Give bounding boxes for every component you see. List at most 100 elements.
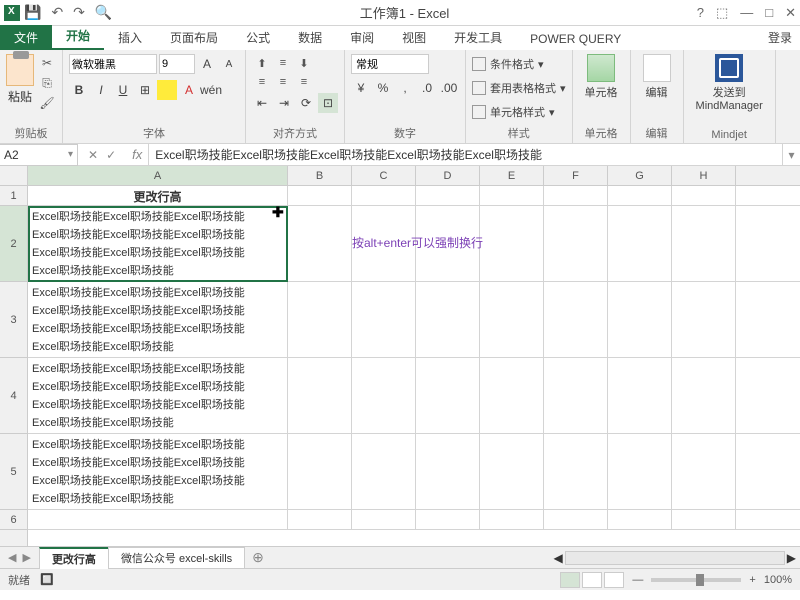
tab-home[interactable]: 开始 <box>52 23 104 50</box>
format-painter-icon[interactable]: 🖌 <box>38 94 56 112</box>
col-header-a[interactable]: A <box>28 166 288 185</box>
tab-layout[interactable]: 页面布局 <box>156 25 232 50</box>
increase-decimal-icon[interactable]: .0 <box>417 78 437 98</box>
underline-button[interactable]: U <box>113 80 133 100</box>
cell-a4[interactable]: Excel职场技能Excel职场技能Excel职场技能 Excel职场技能Exc… <box>28 358 288 433</box>
zoom-out-button[interactable]: — <box>632 574 643 586</box>
decrease-decimal-icon[interactable]: .00 <box>439 78 459 98</box>
select-all-corner[interactable] <box>0 166 27 186</box>
cut-icon[interactable]: ✂ <box>38 54 56 72</box>
tab-dev[interactable]: 开发工具 <box>440 25 516 50</box>
tab-view[interactable]: 视图 <box>388 25 440 50</box>
tab-file[interactable]: 文件 <box>0 25 52 50</box>
hscroll-left-icon[interactable]: ◀ <box>554 551 563 565</box>
row-header-3[interactable]: 3 <box>0 282 27 358</box>
font-size-select[interactable] <box>159 54 195 74</box>
italic-button[interactable]: I <box>91 80 111 100</box>
orientation-icon[interactable]: ⟳ <box>296 93 316 113</box>
cancel-formula-icon[interactable]: ✕ <box>88 148 98 162</box>
close-icon[interactable]: ✕ <box>785 5 796 21</box>
percent-icon[interactable]: % <box>373 78 393 98</box>
zoom-in-button[interactable]: + <box>749 574 755 586</box>
tab-review[interactable]: 审阅 <box>336 25 388 50</box>
align-left-icon[interactable]: ≡ <box>252 73 272 91</box>
fill-color-button[interactable] <box>157 80 177 100</box>
tab-insert[interactable]: 插入 <box>104 25 156 50</box>
comma-icon[interactable]: , <box>395 78 415 98</box>
col-header-g[interactable]: G <box>608 166 672 185</box>
formula-bar[interactable]: Excel职场技能Excel职场技能Excel职场技能Excel职场技能Exce… <box>148 144 782 166</box>
border-button[interactable]: ⊞ <box>135 80 155 100</box>
minimize-icon[interactable]: — <box>740 5 753 21</box>
cell-a3[interactable]: Excel职场技能Excel职场技能Excel职场技能 Excel职场技能Exc… <box>28 282 288 357</box>
cell-a5[interactable]: Excel职场技能Excel职场技能Excel职场技能 Excel职场技能Exc… <box>28 434 288 509</box>
view-pagebreak-button[interactable] <box>604 572 624 588</box>
grow-font-icon[interactable]: A <box>197 54 217 74</box>
cells-button[interactable]: 单元格 <box>579 54 624 100</box>
merge-button[interactable]: ⊡ <box>318 93 338 113</box>
font-name-select[interactable] <box>69 54 157 74</box>
horizontal-scrollbar[interactable] <box>565 551 785 565</box>
row-header-5[interactable]: 5 <box>0 434 27 510</box>
zoom-level[interactable]: 100% <box>764 574 792 586</box>
cell-styles-button[interactable]: 单元格样式▾ <box>472 102 555 122</box>
new-sheet-button[interactable]: ⊕ <box>244 549 272 566</box>
col-header-d[interactable]: D <box>416 166 480 185</box>
col-header-b[interactable]: B <box>288 166 352 185</box>
fx-icon[interactable]: fx <box>126 147 148 162</box>
undo-icon[interactable]: ↶ <box>51 4 63 21</box>
indent-increase-icon[interactable]: ⇥ <box>274 93 294 113</box>
maximize-icon[interactable]: □ <box>765 5 773 21</box>
sheet-tab-2[interactable]: 微信公众号 excel-skills <box>108 547 245 568</box>
grid-body[interactable]: 更改行高 Excel职场技能Excel职场技能Excel职场技能 Excel职场… <box>28 186 800 530</box>
name-box[interactable]: A2▾ <box>0 144 78 166</box>
row-header-4[interactable]: 4 <box>0 358 27 434</box>
align-center-icon[interactable]: ≡ <box>273 73 293 91</box>
align-bottom-icon[interactable]: ⬇ <box>294 54 314 72</box>
ribbon-display-icon[interactable]: ⬚ <box>716 5 728 21</box>
conditional-format-button[interactable]: 条件格式▾ <box>472 54 544 74</box>
view-layout-button[interactable] <box>582 572 602 588</box>
preview-icon[interactable]: 🔍 <box>95 4 112 21</box>
cell-a1[interactable]: 更改行高 <box>28 186 288 205</box>
tab-formula[interactable]: 公式 <box>232 25 284 50</box>
row-header-1[interactable]: 1 <box>0 186 27 206</box>
bold-button[interactable]: B <box>69 80 89 100</box>
phonetic-button[interactable]: wén <box>201 80 221 100</box>
row-header-2[interactable]: 2 <box>0 206 27 282</box>
align-middle-icon[interactable]: ≡ <box>273 54 293 72</box>
sheet-tab-1[interactable]: 更改行高 <box>39 547 109 569</box>
col-header-f[interactable]: F <box>544 166 608 185</box>
indent-decrease-icon[interactable]: ⇤ <box>252 93 272 113</box>
col-header-h[interactable]: H <box>672 166 736 185</box>
hscroll-right-icon[interactable]: ▶ <box>787 551 796 565</box>
login-link[interactable]: 登录 <box>760 25 800 50</box>
row-header-6[interactable]: 6 <box>0 510 27 530</box>
mindmanager-button[interactable]: 发送到 MindManager <box>690 54 769 112</box>
shrink-font-icon[interactable]: A <box>219 54 239 74</box>
sheet-nav-next-icon[interactable]: ▶ <box>22 551 30 564</box>
currency-icon[interactable]: ¥ <box>351 78 371 98</box>
save-icon[interactable]: 💾 <box>24 4 41 21</box>
zoom-slider[interactable] <box>651 578 741 582</box>
enter-formula-icon[interactable]: ✓ <box>106 148 116 162</box>
tab-powerquery[interactable]: POWER QUERY <box>516 28 635 50</box>
cell-a6[interactable] <box>28 510 288 529</box>
help-icon[interactable]: ? <box>697 5 704 21</box>
redo-icon[interactable]: ↷ <box>73 4 85 21</box>
col-header-e[interactable]: E <box>480 166 544 185</box>
editing-button[interactable]: 编辑 <box>637 54 677 100</box>
number-format-select[interactable] <box>351 54 429 74</box>
paste-button[interactable]: 粘贴 <box>6 54 34 105</box>
copy-icon[interactable]: ⎘ <box>38 74 56 92</box>
expand-formula-bar-icon[interactable]: ▾ <box>782 144 800 166</box>
align-right-icon[interactable]: ≡ <box>294 73 314 91</box>
table-format-button[interactable]: 套用表格格式▾ <box>472 78 566 98</box>
cell-a2[interactable]: Excel职场技能Excel职场技能Excel职场技能 Excel职场技能Exc… <box>28 206 288 281</box>
tab-data[interactable]: 数据 <box>284 25 336 50</box>
align-top-icon[interactable]: ⬆ <box>252 54 272 72</box>
view-normal-button[interactable] <box>560 572 580 588</box>
font-color-button[interactable]: A <box>179 80 199 100</box>
sheet-nav-prev-icon[interactable]: ◀ <box>8 551 16 564</box>
col-header-c[interactable]: C <box>352 166 416 185</box>
